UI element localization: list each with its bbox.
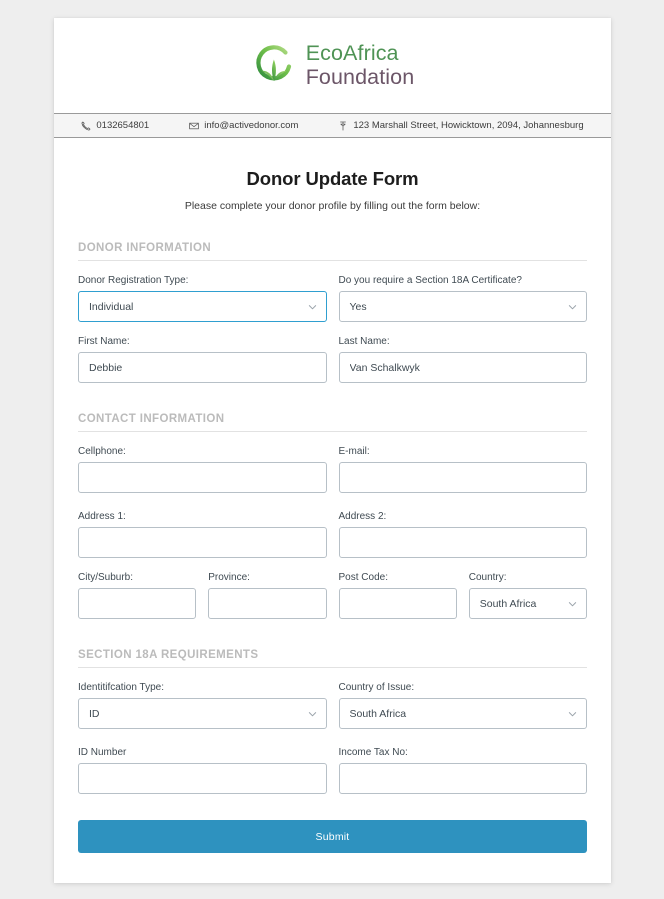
country-value: South Africa (479, 597, 537, 610)
field-postcode: Post Code: (338, 572, 457, 619)
contact-email[interactable]: info@activedonor.com (189, 120, 298, 131)
label-address2: Address 2: (338, 511, 387, 522)
first-name-input[interactable] (78, 352, 327, 383)
site-header: EcoAfrica Foundation (54, 18, 611, 113)
contact-address-text: 123 Marshall Street, Howicktown, 2094, J… (353, 120, 584, 131)
section-heading-contact-information: CONTACT INFORMATION (78, 413, 587, 432)
contact-phone[interactable]: 0132654801 (81, 120, 149, 131)
field-cellphone: Cellphone: (78, 446, 327, 493)
postcode-input[interactable] (338, 588, 457, 619)
page-subtitle: Please complete your donor profile by fi… (184, 200, 481, 212)
section-18a-requirements: SECTION 18A REQUIREMENTS Identitifcation… (78, 649, 587, 794)
contact-address[interactable]: 123 Marshall Street, Howicktown, 2094, J… (338, 120, 584, 131)
field-first-name: First Name: (78, 336, 327, 383)
chevron-down-icon (568, 302, 577, 311)
label-country-of-issue: Country of Issue: (338, 682, 415, 693)
label-province: Province: (208, 572, 250, 583)
section-contact-information: CONTACT INFORMATION Cellphone: E-mail: A… (78, 413, 587, 619)
section-donor-information: DONOR INFORMATION Donor Registration Typ… (78, 242, 587, 383)
country-of-issue-value: South Africa (349, 707, 407, 720)
field-id-number: ID Number (78, 747, 327, 794)
province-input[interactable] (208, 588, 327, 619)
section18a-required-select[interactable]: Yes (338, 291, 587, 322)
section-heading-donor-information: DONOR INFORMATION (78, 242, 587, 261)
form-body: Donor Update Form Please complete your d… (54, 138, 611, 883)
chevron-down-icon (568, 709, 577, 718)
cellphone-input[interactable] (78, 462, 327, 493)
label-country: Country: (468, 572, 507, 583)
logo: EcoAfrica Foundation (251, 40, 415, 89)
field-last-name: Last Name: (338, 336, 587, 383)
label-address1: Address 1: (78, 511, 126, 522)
id-type-value: ID (89, 707, 100, 720)
field-registration-type: Donor Registration Type: Individual (78, 275, 327, 322)
page-title: Donor Update Form (246, 168, 419, 189)
field-address2: Address 2: (338, 511, 587, 558)
contact-bar: 0132654801 info@activedonor.com 123 Mars… (54, 113, 611, 138)
registration-type-value: Individual (89, 300, 134, 313)
label-city: City/Suburb: (78, 572, 134, 583)
logo-line-eco: EcoAfrica (305, 40, 399, 65)
registration-type-select[interactable]: Individual (78, 291, 327, 322)
label-last-name: Last Name: (338, 336, 390, 347)
submit-row: Submit (78, 820, 587, 853)
field-city: City/Suburb: (78, 572, 197, 619)
label-section18a-required: Do you require a Section 18A Certificate… (338, 275, 522, 286)
leaf-circle-logo-icon (251, 43, 297, 89)
phone-icon (81, 121, 91, 131)
field-section18a-required: Do you require a Section 18A Certificate… (338, 275, 587, 322)
address2-input[interactable] (338, 527, 587, 558)
envelope-icon (189, 121, 199, 131)
section18a-required-value: Yes (349, 300, 367, 313)
address1-input[interactable] (78, 527, 327, 558)
contact-phone-text: 0132654801 (96, 120, 150, 131)
logo-line-foundation: Foundation (305, 65, 415, 89)
label-id-type: Identitifcation Type: (78, 682, 164, 693)
label-first-name: First Name: (78, 336, 130, 347)
chevron-down-icon (308, 709, 317, 718)
field-province: Province: (208, 572, 327, 619)
contact-email-text: info@activedonor.com (204, 120, 299, 131)
city-input[interactable] (78, 588, 197, 619)
id-type-select[interactable]: ID (78, 698, 327, 729)
chevron-down-icon (568, 599, 577, 608)
field-country-of-issue: Country of Issue: South Africa (338, 682, 587, 729)
section-heading-18a-requirements: SECTION 18A REQUIREMENTS (78, 649, 587, 668)
label-cellphone: Cellphone: (78, 446, 126, 457)
field-id-type: Identitifcation Type: ID (78, 682, 327, 729)
country-select[interactable]: South Africa (468, 588, 587, 619)
label-id-number: ID Number (78, 747, 127, 758)
field-email: E-mail: (338, 446, 587, 493)
label-registration-type: Donor Registration Type: (78, 275, 189, 286)
label-income-tax-no: Income Tax No: (338, 747, 408, 758)
form-card: EcoAfrica Foundation 0132654801 info@act… (54, 18, 611, 883)
label-email: E-mail: (338, 446, 370, 457)
last-name-input[interactable] (338, 352, 587, 383)
submit-button[interactable]: Submit (78, 820, 587, 853)
map-pin-icon (338, 121, 348, 131)
chevron-down-icon (308, 302, 317, 311)
field-country: Country: South Africa (468, 572, 587, 619)
income-tax-no-input[interactable] (338, 763, 587, 794)
field-address1: Address 1: (78, 511, 327, 558)
email-input[interactable] (338, 462, 587, 493)
label-postcode: Post Code: (338, 572, 388, 583)
page-background: EcoAfrica Foundation 0132654801 info@act… (0, 0, 664, 899)
id-number-input[interactable] (78, 763, 327, 794)
country-of-issue-select[interactable]: South Africa (338, 698, 587, 729)
field-income-tax-no: Income Tax No: (338, 747, 587, 794)
logo-wordmark: EcoAfrica Foundation (305, 40, 415, 89)
